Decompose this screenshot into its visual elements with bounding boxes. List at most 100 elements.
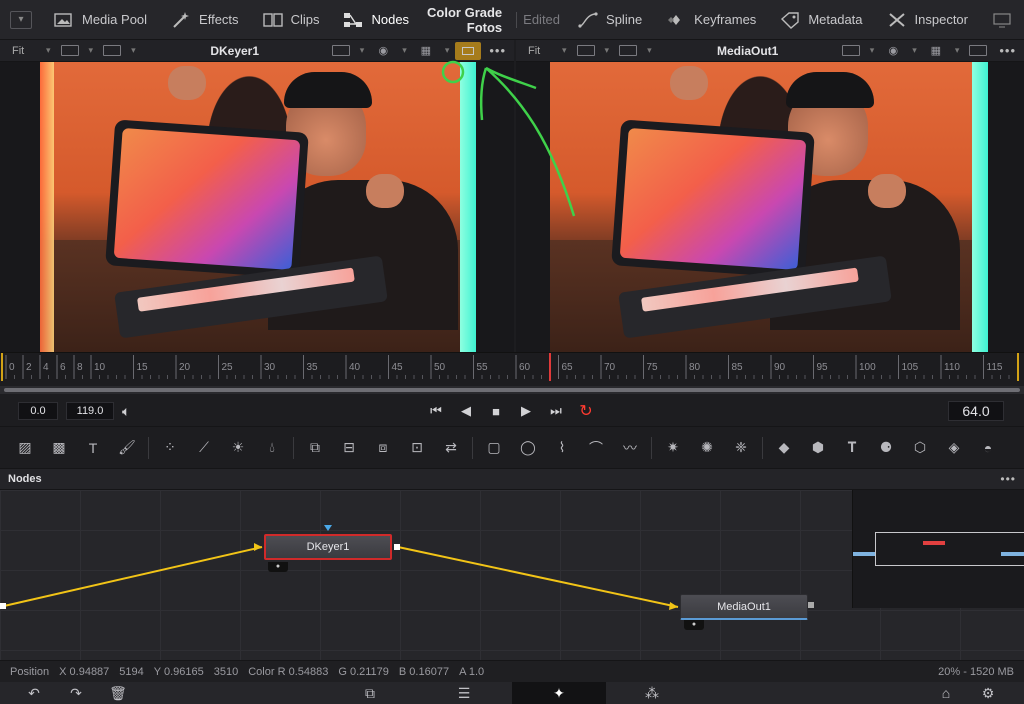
stop-icon[interactable]: ■ (488, 404, 504, 419)
dkeyer-node[interactable]: DKeyer1 (264, 534, 392, 560)
matte-control-tool-icon[interactable]: ⧈ (366, 433, 400, 463)
node-view-indicator[interactable]: ● (684, 620, 704, 630)
text-3d-icon[interactable]: 𝐓 (835, 433, 869, 463)
undo-icon[interactable]: ↶ (22, 685, 46, 702)
right-viewer-options-button[interactable]: ••• (999, 43, 1016, 58)
rectangle-mask-icon[interactable]: ▢ (477, 433, 511, 463)
cut-page-icon[interactable]: ⧉ (358, 685, 382, 702)
navigator-view-box (875, 532, 1024, 566)
spline-button[interactable]: Spline (566, 0, 654, 40)
go-to-end-icon[interactable]: ⏭ (548, 403, 564, 419)
chevron-down-icon[interactable]: ▾ (131, 45, 136, 56)
pemitter-tool-icon[interactable]: ✷ (656, 433, 690, 463)
media-pool-button[interactable]: Media Pool (42, 0, 159, 40)
node-editor[interactable]: DKeyer1 ● MediaOut1 ● (0, 490, 1024, 660)
grid-icon[interactable]: ▦ (928, 45, 944, 57)
node-navigator[interactable] (852, 490, 1024, 608)
color-channels-icon[interactable]: ◉ (885, 45, 901, 57)
clips-button[interactable]: Clips (251, 0, 332, 40)
bspline-mask-icon[interactable]: ⌒ (579, 433, 613, 463)
lut-icon[interactable] (103, 45, 122, 56)
play-forward-icon[interactable]: ▶ (518, 403, 534, 419)
checker-icon[interactable] (969, 45, 988, 56)
channel-a-icon[interactable] (576, 45, 595, 56)
fullscreen-button[interactable] (980, 0, 1024, 40)
inspector-button[interactable]: Inspector (875, 0, 980, 40)
spot-light-icon[interactable]: ◈ (937, 433, 971, 463)
renderer-3d-icon[interactable]: ◓ (971, 433, 1005, 463)
global-end-field[interactable]: 119.0 (66, 402, 114, 420)
warp-tool-icon[interactable]: 〰 (613, 433, 647, 463)
chevron-down-icon[interactable]: ▾ (402, 45, 407, 56)
prender-tool-icon[interactable]: ✺ (690, 433, 724, 463)
chevron-down-icon[interactable]: ▾ (912, 45, 917, 56)
nodes-button[interactable]: Nodes (331, 0, 421, 40)
chevron-down-icon[interactable]: ▾ (89, 45, 94, 56)
loader-tool-icon[interactable]: ⊡ (400, 433, 434, 463)
highlighted-checker-button[interactable] (455, 41, 482, 60)
chevron-down-icon[interactable]: ▾ (647, 45, 652, 56)
home-icon[interactable]: ⌂ (934, 685, 958, 701)
play-reverse-icon[interactable]: ◀ (458, 403, 474, 419)
merge-3d-icon[interactable]: ⚈ (869, 433, 903, 463)
person-hand (670, 66, 708, 100)
metadata-button[interactable]: Metadata (768, 0, 874, 40)
right-viewer[interactable] (516, 62, 1024, 352)
global-start-field[interactable]: 0.0 (18, 402, 58, 420)
text-tool-icon[interactable]: T (76, 433, 110, 463)
settings-gear-icon[interactable]: ⚙ (976, 685, 1000, 702)
image-plane-tool-icon[interactable]: ▩ (42, 433, 76, 463)
chevron-down-icon[interactable]: ▾ (562, 45, 567, 56)
roi-icon[interactable] (841, 45, 860, 56)
current-frame-field[interactable]: 64.0 (948, 401, 1004, 421)
camera-3d-icon[interactable]: ⬡ (903, 433, 937, 463)
trash-icon[interactable]: 🗑︎ (106, 685, 130, 702)
edit-page-icon[interactable]: ☰ (452, 685, 476, 702)
effects-button[interactable]: Effects (159, 0, 251, 40)
loop-icon[interactable]: ↻ (578, 401, 594, 421)
background-tool-icon[interactable]: ▨ (8, 433, 42, 463)
playback-controls: ⏮ ◀ ■ ▶ ⏭ ↻ (428, 401, 594, 421)
time-ruler[interactable]: 0 2 4 6 8 10 15 20 25 30 35 40 45 50 55 60 65 70 75 80 85 90 9… (0, 352, 1024, 381)
color-tool-icon[interactable]: 💧︎ (255, 433, 289, 463)
merge-tool-icon[interactable]: ⧉ (298, 433, 332, 463)
right-fit-dropdown[interactable]: Fit (516, 45, 556, 57)
mediaout-node[interactable]: MediaOut1 (680, 594, 808, 620)
color-curves-tool-icon[interactable]: ⟋ (187, 433, 221, 463)
roi-icon[interactable] (331, 45, 350, 56)
brightness-tool-icon[interactable]: ☀ (221, 433, 255, 463)
left-viewer-options-button[interactable]: ••• (489, 43, 506, 58)
image-plane-3d-icon[interactable]: ◆ (767, 433, 801, 463)
color-page-icon[interactable]: ⁂ (640, 685, 664, 702)
lut-icon[interactable] (619, 45, 638, 56)
color-channels-icon[interactable]: ◉ (375, 45, 391, 57)
panel-toggle-button[interactable]: ▾ (10, 10, 32, 29)
chevron-down-icon[interactable]: ▾ (605, 45, 610, 56)
chevron-down-icon[interactable]: ▾ (445, 45, 450, 56)
channel-a-icon[interactable] (60, 45, 79, 56)
chevron-down-icon[interactable]: ▾ (360, 45, 365, 56)
pdirectional-tool-icon[interactable]: ❈ (724, 433, 758, 463)
channel-booleans-tool-icon[interactable]: ⊟ (332, 433, 366, 463)
node-view-indicator[interactable]: ● (268, 562, 288, 572)
nodes-options-button[interactable]: ••• (1000, 472, 1016, 486)
fusion-page-icon[interactable]: ✦ (512, 682, 606, 704)
keyframes-button[interactable]: Keyframes (654, 0, 768, 40)
chevron-down-icon[interactable]: ▾ (46, 45, 51, 56)
paint-tool-icon[interactable]: 🖌︎ (110, 433, 144, 463)
chevron-down-icon[interactable]: ▾ (955, 45, 960, 56)
keyframes-icon (668, 14, 681, 25)
shape-3d-icon[interactable]: ⬢ (801, 433, 835, 463)
particle-tool-icon[interactable]: ⁘ (153, 433, 187, 463)
timeline-scrubber[interactable] (0, 386, 1024, 394)
chevron-down-icon[interactable]: ▾ (870, 45, 875, 56)
go-to-start-icon[interactable]: ⏮ (428, 403, 444, 419)
polygon-mask-icon[interactable]: ⌇ (545, 433, 579, 463)
ellipse-mask-icon[interactable]: ◯ (511, 433, 545, 463)
saver-tool-icon[interactable]: ⇄ (434, 433, 468, 463)
grid-icon[interactable]: ▦ (418, 45, 434, 57)
left-fit-dropdown[interactable]: Fit (0, 45, 40, 57)
redo-icon[interactable]: ↷ (64, 685, 88, 702)
speaker-icon[interactable]: 🔈︎ (122, 403, 130, 420)
left-viewer[interactable] (0, 62, 514, 352)
